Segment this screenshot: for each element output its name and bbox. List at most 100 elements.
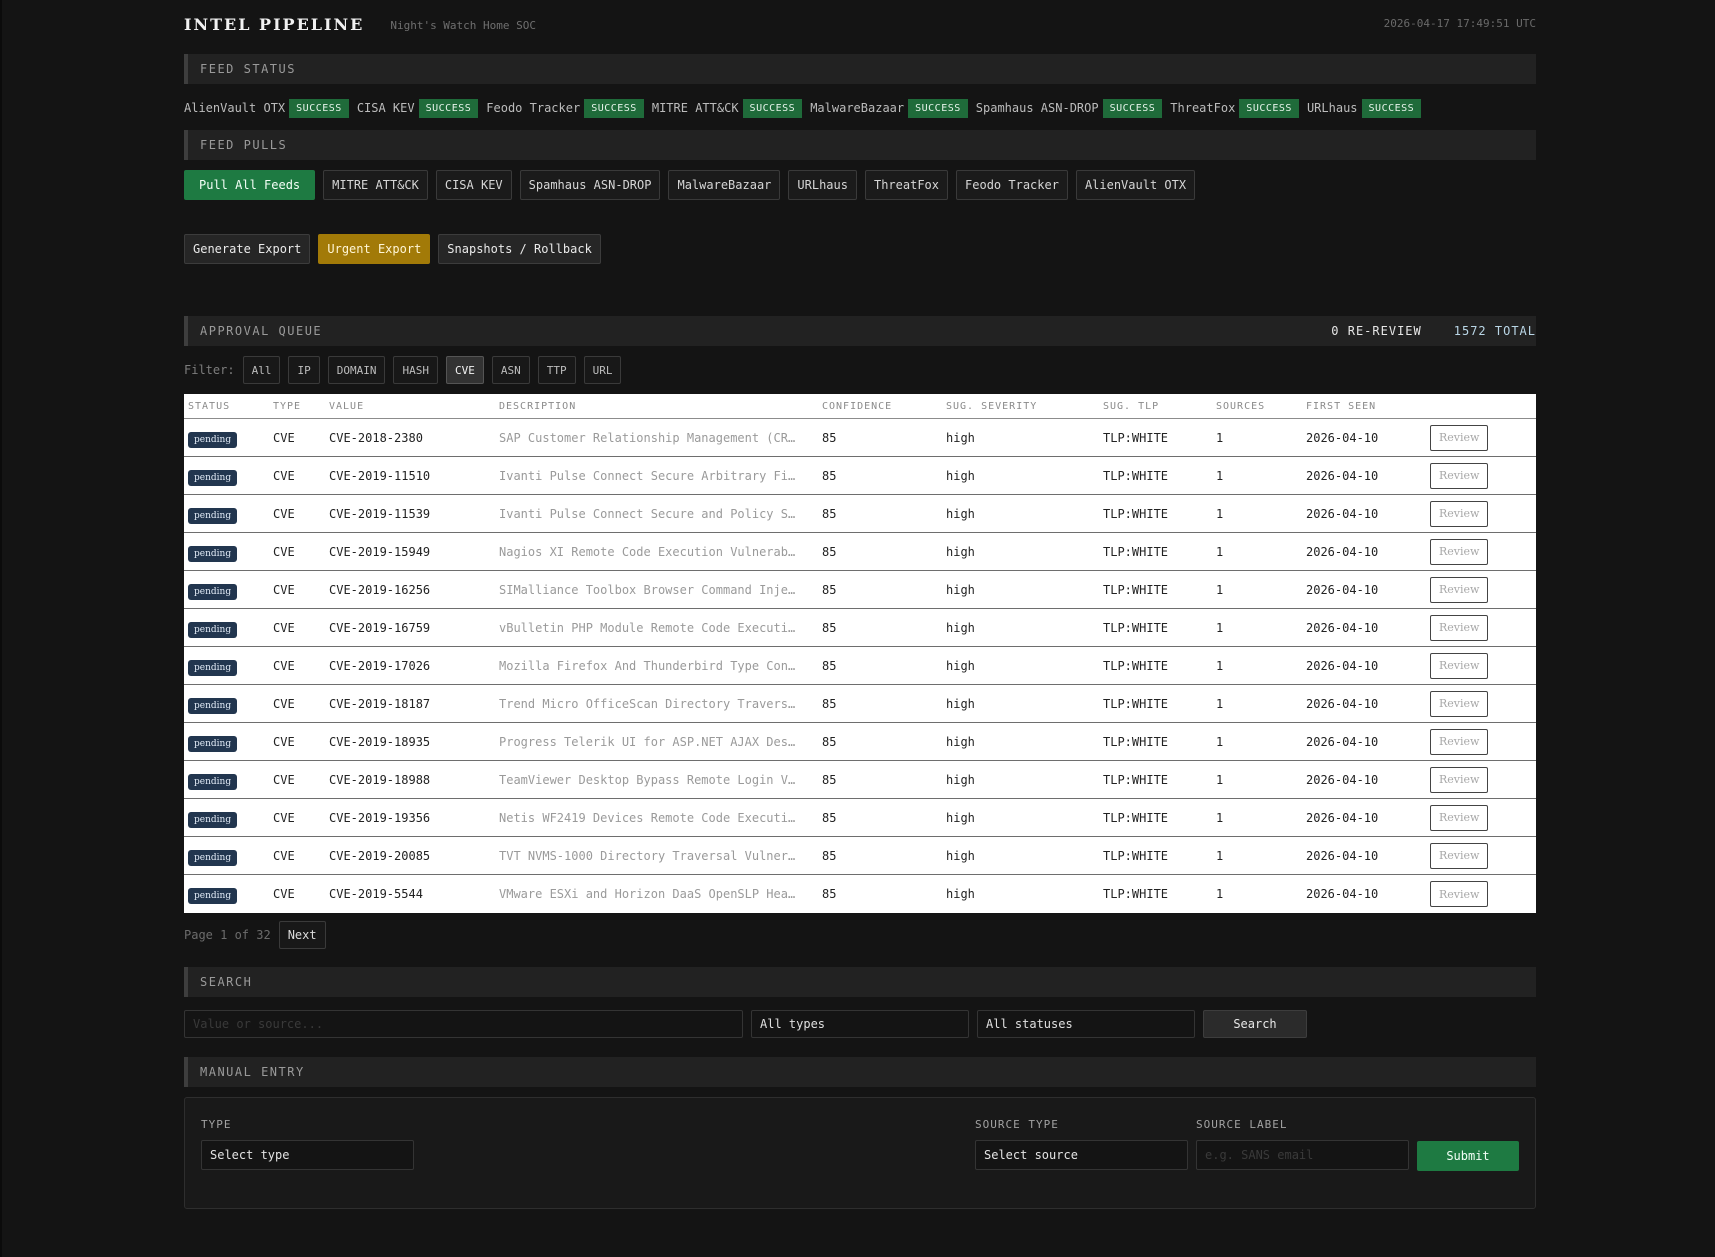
filter-cve[interactable]: CVE (445, 356, 484, 384)
source-type-select[interactable]: Select source (975, 1140, 1188, 1170)
pending-badge: pending (188, 849, 238, 866)
pull-all-feeds-button[interactable]: Pull All Feeds (184, 170, 316, 200)
col-type[interactable]: TYPE (273, 401, 329, 412)
table-row[interactable]: pending CVE CVE-2019-17026 Mozilla Firefox … (184, 647, 1536, 685)
status-badge: SUCCESS (584, 98, 644, 118)
table-row[interactable]: pending CVE CVE-2019-19356 Netis WF2419 Dev… (184, 799, 1536, 837)
severity-cell: high (946, 696, 975, 711)
confidence-cell: 85 (822, 468, 837, 483)
col-sources[interactable]: SOURCES (1216, 401, 1306, 412)
filter-domain[interactable]: DOMAIN (327, 356, 386, 384)
value-cell: CVE-2019-11510 (329, 468, 431, 483)
review-button[interactable]: Review (1430, 652, 1489, 679)
table-row[interactable]: pending CVE CVE-2019-15949 Nagios XI Remote… (184, 533, 1536, 571)
filter-asn[interactable]: ASN (491, 356, 530, 384)
review-button[interactable]: Review (1430, 690, 1489, 717)
manual-type-select[interactable]: Select type (201, 1140, 414, 1170)
pull-malwarebazaar-button[interactable]: MalwareBazaar (668, 170, 781, 200)
filter-ttp[interactable]: TTP (537, 356, 576, 384)
first-seen-cell: 2026-04-10 (1306, 848, 1379, 863)
col-description[interactable]: DESCRIPTION (499, 401, 822, 412)
review-button[interactable]: Review (1430, 881, 1489, 907)
table-row[interactable]: pending CVE CVE-2019-5544 VMware ESXi and H… (184, 875, 1536, 913)
feed-status-header: FEED STATUS (184, 54, 1536, 84)
confidence-cell: 85 (822, 848, 837, 863)
search-title: SEARCH (200, 975, 253, 989)
snapshots-rollback-button[interactable]: Snapshots / Rollback (438, 234, 601, 264)
table-row[interactable]: pending CVE CVE-2019-16256 SIMalliance Tool… (184, 571, 1536, 609)
sources-cell: 1 (1216, 772, 1224, 787)
review-button[interactable]: Review (1430, 728, 1489, 755)
source-label-input[interactable] (1196, 1140, 1409, 1170)
review-button[interactable]: Review (1430, 538, 1489, 565)
table-row[interactable]: pending CVE CVE-2018-2380 SAP Customer Rela… (184, 419, 1536, 457)
col-value[interactable]: VALUE (329, 401, 499, 412)
sources-cell: 1 (1216, 468, 1224, 483)
actions-cell: Review (1430, 804, 1536, 831)
type-cell: CVE (273, 506, 295, 521)
pull-threatfox-button[interactable]: ThreatFox (864, 170, 949, 200)
description-cell: TVT NVMS-1000 Directory Traversal Vulner… (499, 848, 796, 863)
search-button[interactable]: Search (1203, 1010, 1307, 1038)
status-cell: pending (184, 849, 273, 866)
actions-cell: Review (1430, 576, 1536, 603)
pull-mitre-att-ck-button[interactable]: MITRE ATT&CK (323, 170, 428, 200)
confidence-cell: 85 (822, 506, 837, 521)
actions-cell: Review (1430, 690, 1536, 717)
search-input[interactable] (184, 1010, 743, 1038)
review-button[interactable]: Review (1430, 804, 1489, 831)
pending-badge: pending (188, 735, 238, 752)
description-cell: Ivanti Pulse Connect Secure Arbitrary Fi… (499, 468, 796, 483)
actions-cell: Review (1430, 614, 1536, 641)
review-button[interactable]: Review (1430, 462, 1489, 489)
review-button[interactable]: Review (1430, 842, 1489, 869)
pull-urlhaus-button[interactable]: URLhaus (788, 170, 857, 200)
pull-cisa-kev-button[interactable]: CISA KEV (435, 170, 512, 200)
confidence-cell: 85 (822, 582, 837, 597)
table-row[interactable]: pending CVE CVE-2019-18187 Trend Micro Offi… (184, 685, 1536, 723)
col-first-seen[interactable]: FIRST SEEN (1306, 401, 1430, 412)
feed-status-urlhaus: URLhaus SUCCESS (1307, 98, 1422, 118)
feed-name: MITRE ATT&CK (651, 101, 739, 115)
severity-cell: high (946, 620, 975, 635)
sources-cell: 1 (1216, 430, 1224, 445)
sources-cell: 1 (1216, 620, 1224, 635)
generate-export-button[interactable]: Generate Export (184, 234, 311, 264)
col-severity[interactable]: SUG. SEVERITY (946, 401, 1103, 412)
type-cell: CVE (273, 810, 295, 825)
table-row[interactable]: pending CVE CVE-2019-11510 Ivanti Pulse Con… (184, 457, 1536, 495)
feed-status-threatfox: ThreatFox SUCCESS (1170, 98, 1299, 118)
type-cell: CVE (273, 620, 295, 635)
value-cell: CVE-2019-18988 (329, 772, 431, 787)
table-row[interactable]: pending CVE CVE-2019-11539 Ivanti Pulse Con… (184, 495, 1536, 533)
table-row[interactable]: pending CVE CVE-2019-18988 TeamViewer Deskt… (184, 761, 1536, 799)
pull-alienvault-otx-button[interactable]: AlienVault OTX (1075, 170, 1196, 200)
status-select[interactable]: All statuses (977, 1010, 1195, 1038)
type-select[interactable]: All types (751, 1010, 969, 1038)
pull-feodo-tracker-button[interactable]: Feodo Tracker (956, 170, 1068, 200)
pending-badge: pending (188, 583, 238, 600)
review-button[interactable]: Review (1430, 424, 1489, 451)
col-status[interactable]: STATUS (184, 401, 273, 412)
feed-status-alienvault-otx: AlienVault OTX SUCCESS (184, 98, 349, 118)
submit-button[interactable]: Submit (1417, 1141, 1519, 1171)
col-tlp[interactable]: SUG. TLP (1103, 401, 1216, 412)
table-row[interactable]: pending CVE CVE-2019-16759 vBulletin PHP Mo… (184, 609, 1536, 647)
table-row[interactable]: pending CVE CVE-2019-20085 TVT NVMS-1000 Di… (184, 837, 1536, 875)
review-button[interactable]: Review (1430, 576, 1489, 603)
status-cell: pending (184, 659, 273, 676)
review-button[interactable]: Review (1430, 614, 1489, 641)
table-header: STATUS TYPE VALUE DESCRIPTION CONFIDENCE… (184, 394, 1536, 419)
table-row[interactable]: pending CVE CVE-2019-18935 Progress Telerik… (184, 723, 1536, 761)
filter-ip[interactable]: IP (288, 356, 320, 384)
pull-spamhaus-asn-drop-button[interactable]: Spamhaus ASN-DROP (519, 170, 661, 200)
col-confidence[interactable]: CONFIDENCE (822, 401, 946, 412)
filter-hash[interactable]: HASH (393, 356, 438, 384)
filter-url[interactable]: URL (583, 356, 622, 384)
review-button[interactable]: Review (1430, 500, 1489, 527)
description-cell: Progress Telerik UI for ASP.NET AJAX Des… (499, 734, 796, 749)
filter-all[interactable]: All (242, 356, 281, 384)
urgent-export-button[interactable]: Urgent Export (318, 234, 431, 264)
next-page-button[interactable]: Next (278, 921, 326, 949)
review-button[interactable]: Review (1430, 766, 1489, 793)
